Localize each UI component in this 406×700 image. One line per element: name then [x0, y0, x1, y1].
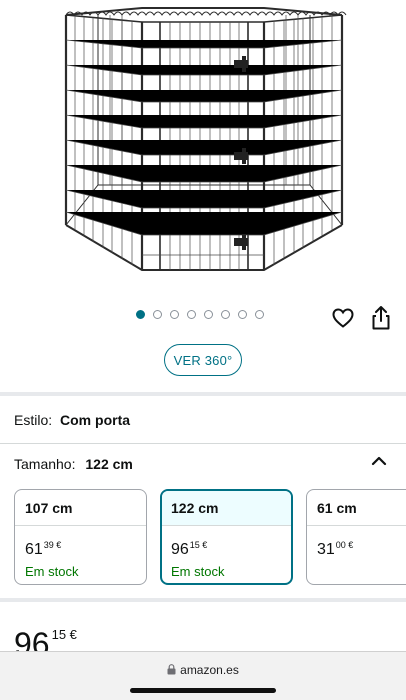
- swatch-price: 9615 €: [171, 536, 291, 559]
- carousel-dot[interactable]: [187, 310, 196, 319]
- size-selection[interactable]: Tamanho: 122 cm: [14, 456, 133, 472]
- carousel-dot[interactable]: [255, 310, 264, 319]
- url-text: amazon.es: [180, 663, 239, 677]
- style-value: Com porta: [60, 412, 131, 428]
- size-swatch-107[interactable]: 107 cm 6139 € Em stock: [14, 489, 147, 585]
- url-display[interactable]: amazon.es: [0, 663, 406, 677]
- size-label: Tamanho:: [14, 456, 76, 472]
- carousel-dot[interactable]: [153, 310, 162, 319]
- swatch-price-whole: 96: [171, 541, 189, 558]
- swatch-price-whole: 61: [25, 541, 43, 558]
- carousel-dot[interactable]: [204, 310, 213, 319]
- swatch-price-fraction: 39 €: [43, 540, 62, 550]
- section-divider: [0, 598, 406, 602]
- share-icon[interactable]: [369, 305, 393, 331]
- swatch-price-whole: 31: [317, 541, 335, 558]
- swatch-stock: Em stock: [171, 564, 225, 579]
- carousel-dot[interactable]: [238, 310, 247, 319]
- style-selection: Estilo: Com porta: [14, 412, 130, 428]
- swatch-price: 3100 €: [317, 536, 406, 559]
- price-fraction: 15 €: [51, 627, 77, 642]
- view-360-button[interactable]: VER 360°: [164, 344, 242, 376]
- swatch-stock: Em stock: [25, 564, 79, 579]
- chevron-up-icon[interactable]: [368, 450, 390, 472]
- carousel-dot[interactable]: [136, 310, 145, 319]
- size-swatch-61[interactable]: 61 cm 3100 €: [306, 489, 406, 585]
- section-divider: [0, 392, 406, 396]
- carousel-dots: [136, 310, 264, 319]
- swatch-price-fraction: 15 €: [189, 540, 208, 550]
- playpen-illustration: [64, 7, 347, 271]
- divider: [0, 443, 406, 444]
- product-image[interactable]: [0, 0, 406, 295]
- home-indicator[interactable]: [130, 688, 276, 693]
- swatch-size: 107 cm: [15, 490, 146, 526]
- browser-url-bar[interactable]: amazon.es: [0, 651, 406, 700]
- style-label: Estilo:: [14, 412, 53, 428]
- carousel-dot[interactable]: [221, 310, 230, 319]
- size-swatch-122[interactable]: 122 cm 9615 € Em stock: [160, 489, 293, 585]
- size-value: 122 cm: [85, 456, 133, 472]
- swatch-price-fraction: 00 €: [335, 540, 354, 550]
- lock-icon: [167, 664, 176, 675]
- carousel-dot[interactable]: [170, 310, 179, 319]
- swatch-size: 122 cm: [162, 491, 291, 526]
- swatch-price: 6139 €: [25, 536, 146, 559]
- swatch-size: 61 cm: [307, 490, 406, 526]
- heart-icon[interactable]: [331, 306, 355, 330]
